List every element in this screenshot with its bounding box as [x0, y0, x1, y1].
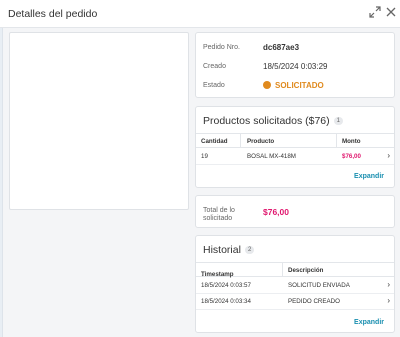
col-amount: Monto — [342, 138, 361, 145]
expand-icon[interactable] — [368, 6, 382, 20]
history-title-text: Historial — [203, 244, 241, 256]
chevron-right-icon: › — [387, 151, 390, 160]
products-card: Productos solicitados ($76) 1 Cantidad Pr… — [195, 106, 395, 188]
history-expand-button[interactable]: Expandir — [354, 319, 384, 326]
total-card: Total de lo solicitado $76,00 — [195, 195, 395, 228]
history-count-badge: 2 — [244, 246, 255, 255]
row-description: PEDIDO CREADO — [288, 298, 340, 305]
dialog-header: Detalles del pedido — [0, 0, 400, 28]
created-value: 18/5/2024 0:03:29 — [263, 62, 328, 71]
history-title: Historial 2 — [203, 244, 255, 256]
order-details-dialog: Detalles del pedido Pedido Nro. dc687ae3… — [0, 0, 400, 337]
row-amount: $76,00 — [342, 153, 361, 160]
order-number-label: Pedido Nro. — [203, 44, 240, 51]
order-number-value: dc687ae3 — [263, 43, 300, 52]
status-label: Estado — [203, 82, 225, 89]
history-card: Historial 2 Timestamp ↓ Descripción 18/5/… — [195, 235, 395, 333]
products-count-badge: 1 — [333, 117, 343, 126]
row-timestamp: 18/5/2024 0:03:34 — [201, 298, 251, 305]
product-image-panel — [9, 32, 189, 210]
row-description: SOLICITUD ENVIADA — [288, 282, 350, 289]
order-info-card: Pedido Nro. dc687ae3 Creado 18/5/2024 0:… — [195, 32, 395, 98]
status-value: SOLICITADO — [275, 81, 324, 90]
history-table-header: Timestamp ↓ Descripción — [196, 262, 394, 278]
chevron-right-icon: › — [387, 280, 390, 289]
col-description: Descripción — [288, 267, 324, 274]
left-edge-strip — [0, 28, 3, 337]
col-product: Producto — [247, 138, 275, 145]
table-row[interactable]: 18/5/2024 0:03:57 SOLICITUD ENVIADA › — [196, 278, 394, 294]
total-label: Total de lo solicitado — [203, 207, 235, 222]
products-title-text: Productos solicitados ($76) — [203, 115, 330, 127]
row-timestamp: 18/5/2024 0:03:57 — [201, 282, 251, 289]
status-dot-icon — [263, 81, 271, 89]
products-expand-button[interactable]: Expandir — [354, 173, 384, 180]
products-title: Productos solicitados ($76) 1 — [203, 115, 343, 127]
dialog-title: Detalles del pedido — [8, 8, 98, 20]
col-timestamp-label: Timestamp — [201, 271, 234, 278]
table-row[interactable]: 19 BOSAL MX-418M $76,00 › — [196, 149, 394, 165]
row-quantity: 19 — [201, 153, 208, 160]
chevron-right-icon: › — [387, 296, 390, 305]
total-value: $76,00 — [263, 207, 289, 217]
table-row[interactable]: 18/5/2024 0:03:34 PEDIDO CREADO › — [196, 294, 394, 310]
created-label: Creado — [203, 63, 226, 70]
col-quantity: Cantidad — [201, 138, 228, 145]
products-table-header: Cantidad Producto Monto — [196, 133, 394, 148]
close-icon[interactable] — [384, 6, 398, 20]
row-product: BOSAL MX-418M — [247, 153, 296, 160]
arrow-down-icon: ↓ — [201, 271, 205, 278]
